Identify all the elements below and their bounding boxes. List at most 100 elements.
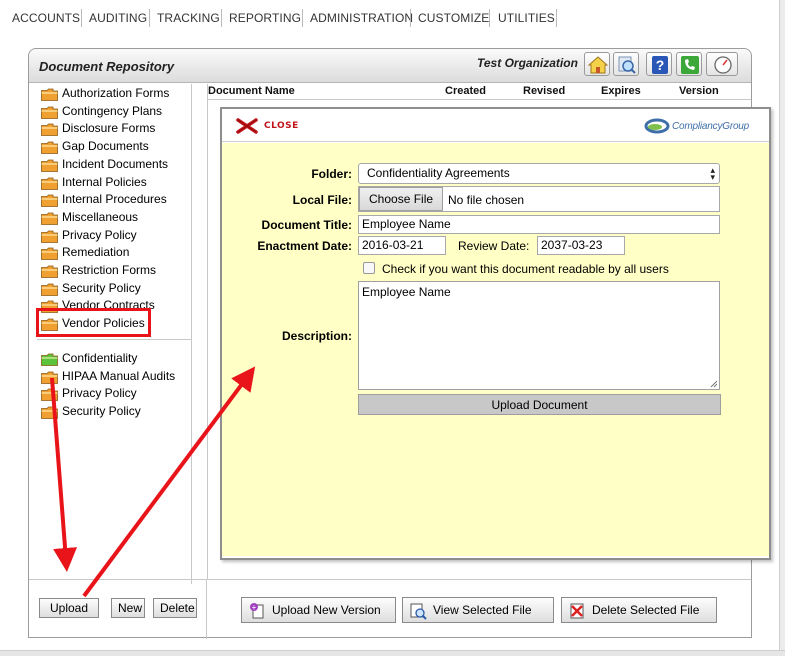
folder-label: Disclosure Forms (62, 121, 156, 136)
nav-accounts[interactable]: ACCOUNTS (12, 11, 80, 25)
nav-separator (410, 9, 411, 27)
view-file-icon (410, 603, 427, 620)
modal-header: CLOSE CompliancyGroup (222, 109, 769, 142)
compliancy-logo-icon (644, 118, 670, 134)
folder-select-value: Confidentiality Agreements (367, 166, 510, 180)
tree-divider (37, 339, 192, 340)
nav-administration[interactable]: ADMINISTRATION (310, 11, 413, 25)
phone-icon[interactable] (676, 52, 702, 76)
delete-selected-file-label: Delete Selected File (592, 603, 700, 617)
folder-label: Folder: (311, 167, 352, 181)
folder-icon (41, 265, 58, 278)
help-icon[interactable]: ? (646, 52, 672, 76)
delete-file-icon (570, 603, 584, 619)
column-document-name[interactable]: Document Name (208, 85, 295, 97)
document-title-input[interactable]: Employee Name (358, 215, 720, 234)
folder-label: Authorization Forms (62, 86, 170, 100)
folder-label: Privacy Policy (62, 386, 137, 401)
folder-icon (41, 230, 58, 243)
folder-icon (41, 247, 58, 261)
organization-name: Test Organization (477, 56, 578, 70)
description-label: Description: (281, 329, 352, 343)
upload-document-button[interactable]: Upload Document (358, 394, 721, 415)
folder-icon (41, 388, 58, 402)
upload-new-version-label: Upload New Version (272, 603, 381, 617)
nav-customize[interactable]: CUSTOMIZE (418, 11, 489, 25)
folder-icon (41, 353, 58, 366)
upload-button[interactable]: Upload (39, 598, 99, 618)
folder-label: Security Policy (62, 280, 141, 295)
close-icon[interactable] (236, 118, 258, 134)
delete-selected-file-button[interactable]: Delete Selected File (561, 597, 717, 623)
folder-label: Confidentiality (62, 351, 138, 365)
folder-label: Miscellaneous (62, 209, 139, 224)
nav-separator (221, 9, 222, 27)
folder-select[interactable]: Confidentiality Agreements ▴ ▾ (358, 163, 720, 184)
svg-text:+: + (252, 603, 257, 612)
panel-title: Document Repository (39, 59, 175, 74)
svg-text:?: ? (656, 57, 665, 73)
top-navigation: ACCOUNTS AUDITING TRACKING REPORTING ADM… (0, 0, 785, 36)
nav-separator (302, 9, 303, 27)
upload-new-version-button[interactable]: + Upload New Version (241, 597, 396, 623)
nav-reporting[interactable]: REPORTING (229, 11, 301, 25)
window-bottom-edge (0, 650, 785, 656)
column-header-divider (207, 99, 751, 100)
folder-icon (41, 123, 58, 137)
compliancy-logo-text: CompliancyGroup (672, 121, 750, 132)
folder-icon (41, 371, 58, 384)
upload-document-modal: CLOSE CompliancyGroup Folder: Confidenti… (220, 107, 771, 560)
folder-icon (41, 141, 58, 154)
document-title-label: Document Title: (261, 218, 352, 232)
annotation-highlight-box (36, 308, 151, 337)
description-textarea[interactable]: Employee Name (358, 281, 720, 390)
gauge-icon[interactable] (706, 52, 738, 76)
nav-separator (556, 9, 557, 27)
folder-icon (41, 159, 58, 172)
folder-icon (41, 106, 58, 119)
folder-icon (41, 88, 58, 101)
column-created[interactable]: Created (445, 85, 486, 97)
home-icon[interactable] (584, 52, 610, 76)
folder-icon (41, 194, 58, 208)
nav-tracking[interactable]: TRACKING (157, 11, 220, 25)
choose-file-button[interactable]: Choose File (359, 187, 444, 211)
folder-label: Internal Procedures (62, 192, 167, 207)
nav-separator (489, 9, 490, 27)
description-text: Employee Name (362, 285, 451, 299)
column-revised[interactable]: Revised (523, 85, 565, 97)
modal-form: Folder: Confidentiality Agreements ▴ ▾ Lo… (222, 143, 769, 556)
folder-icon (41, 406, 58, 419)
folder-label: Security Policy (62, 404, 141, 419)
nav-separator (149, 9, 150, 27)
no-file-chosen-text: No file chosen (448, 193, 525, 207)
close-button[interactable]: CLOSE (264, 121, 299, 131)
folder-label: Internal Policies (62, 174, 147, 189)
search-icon[interactable] (613, 52, 639, 76)
folder-label: Gap Documents (62, 139, 149, 154)
folder-label: Contingency Plans (62, 103, 163, 118)
folder-label: Restriction Forms (62, 263, 157, 277)
list-divider (207, 84, 208, 579)
review-date-input[interactable]: 2037-03-23 (537, 236, 625, 255)
resize-handle-icon[interactable] (710, 380, 718, 388)
readable-by-all-checkbox[interactable] (363, 262, 375, 274)
select-arrows-icon: ▴ ▾ (710, 165, 715, 182)
column-expires[interactable]: Expires (601, 85, 641, 97)
review-date-label: Review Date: (458, 239, 530, 253)
window-scrollbar[interactable] (779, 0, 785, 650)
upload-version-icon: + (250, 603, 264, 619)
folder-label: Privacy Policy (62, 227, 137, 242)
enactment-date-input[interactable]: 2016-03-21 (358, 236, 446, 255)
nav-utilities[interactable]: UTILITIES (498, 11, 555, 25)
folder-label: HIPAA Manual Audits (62, 368, 176, 383)
readable-by-all-label: Check if you want this document readable… (382, 262, 669, 276)
new-button[interactable]: New (111, 598, 145, 618)
enactment-date-label: Enactment Date: (257, 239, 352, 253)
view-selected-file-label: View Selected File (433, 603, 532, 617)
folder-icon (41, 177, 58, 190)
delete-button[interactable]: Delete (153, 598, 197, 618)
view-selected-file-button[interactable]: View Selected File (402, 597, 554, 623)
column-version[interactable]: Version (679, 85, 719, 97)
nav-auditing[interactable]: AUDITING (89, 11, 147, 25)
